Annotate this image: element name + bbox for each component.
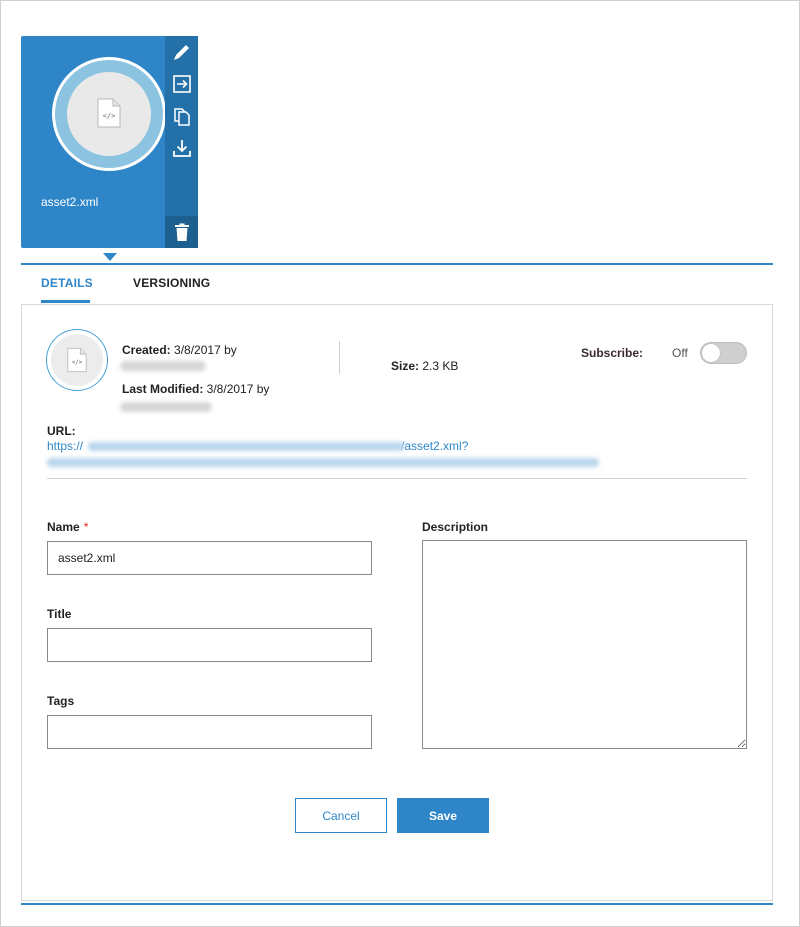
modified-label: Last Modified:	[122, 382, 204, 396]
redacted-created-by	[120, 361, 206, 371]
delete-icon[interactable]	[171, 221, 193, 243]
subscribe-toggle[interactable]	[700, 342, 747, 364]
tab-versioning[interactable]: VERSIONING	[133, 276, 210, 290]
section-divider	[47, 478, 747, 479]
name-input[interactable]	[47, 541, 372, 575]
size-label: Size:	[391, 359, 420, 373]
subscribe-label: Subscribe:	[581, 346, 644, 360]
redacted-modified-by	[120, 402, 212, 412]
xml-file-icon: </>	[97, 98, 121, 128]
edit-icon[interactable]	[171, 41, 193, 63]
delete-button[interactable]	[165, 216, 198, 248]
top-divider	[21, 263, 773, 265]
save-button[interactable]: Save	[397, 798, 489, 833]
description-label: Description	[422, 520, 489, 534]
toggle-knob	[702, 344, 720, 362]
cancel-button[interactable]: Cancel	[295, 798, 387, 833]
description-textarea[interactable]	[422, 540, 747, 749]
size-value: 2.3 KB	[422, 359, 459, 373]
tags-label: Tags	[47, 694, 75, 708]
size-info: Size: 2.3 KB	[391, 359, 458, 373]
url-prefix: https://	[47, 439, 84, 453]
tile-selected-caret	[103, 253, 117, 261]
redacted-url-query	[47, 458, 599, 467]
created-value: 3/8/2017 by	[174, 343, 237, 357]
title-label: Title	[47, 607, 72, 621]
subscribe-state: Off	[672, 346, 688, 360]
svg-text:</>: </>	[72, 360, 83, 366]
asset-name: asset2.xml	[41, 195, 99, 209]
asset-tile[interactable]: </> asset2.xml	[21, 36, 198, 248]
url-suffix: /asset2.xml?	[401, 439, 469, 453]
tab-details[interactable]: DETAILS	[41, 276, 93, 290]
name-label: Name *	[47, 520, 89, 534]
active-tab-indicator	[41, 300, 90, 303]
move-icon[interactable]	[171, 73, 193, 95]
modified-info: Last Modified: 3/8/2017 by	[122, 382, 269, 396]
required-indicator: *	[83, 520, 89, 534]
created-info: Created: 3/8/2017 by	[122, 343, 237, 357]
created-label: Created:	[122, 343, 171, 357]
asset-small-thumbnail: </>	[46, 329, 108, 391]
redacted-url-host	[88, 442, 404, 451]
copy-icon[interactable]	[171, 105, 193, 127]
title-input[interactable]	[47, 628, 372, 662]
tags-input[interactable]	[47, 715, 372, 749]
svg-text:</>: </>	[103, 112, 116, 120]
modified-value: 3/8/2017 by	[206, 382, 270, 396]
meta-separator	[339, 341, 340, 374]
bottom-divider	[21, 903, 773, 905]
url-label: URL:	[47, 424, 76, 438]
download-icon[interactable]	[171, 137, 193, 159]
xml-file-icon: </>	[67, 347, 87, 373]
